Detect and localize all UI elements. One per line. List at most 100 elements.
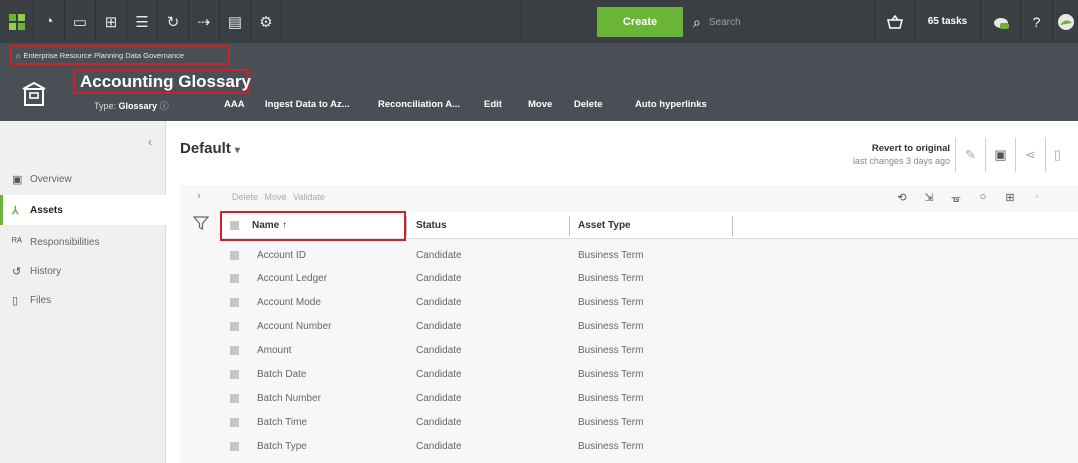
action-move[interactable]: Move	[528, 99, 552, 110]
filter-icon[interactable]	[192, 215, 210, 231]
row-checkbox[interactable]	[230, 339, 239, 363]
breadcrumb[interactable]: ⌂ Enterprise Resource Planning Data Gove…	[10, 45, 230, 65]
app-logo[interactable]	[0, 0, 34, 43]
row-checkbox[interactable]	[230, 363, 239, 387]
assets-icon: ⅄	[12, 204, 19, 217]
column-divider[interactable]	[406, 216, 407, 236]
avatar-icon	[1057, 13, 1074, 30]
asset-name-link[interactable]: Account Number	[257, 315, 331, 339]
export-icon[interactable]: ⇲	[917, 191, 941, 204]
row-checkbox[interactable]	[230, 386, 239, 410]
top-right-tools: 65 tasks ?	[874, 0, 1078, 43]
sidebar-item-label: Overview	[30, 173, 72, 185]
basket-icon[interactable]	[874, 0, 914, 43]
table-tools: ⟲ ⇲ ᚗ ○ ⊞ ◦	[890, 191, 1052, 204]
nav-spacer	[282, 0, 522, 43]
status-cell: Candidate	[416, 321, 462, 333]
reset-table-icon[interactable]: ⟲	[890, 191, 914, 204]
table-row[interactable]: Amount Candidate Business Term	[220, 339, 1078, 363]
row-checkbox[interactable]	[230, 291, 239, 315]
bulk-delete-button[interactable]: Delete	[232, 192, 258, 202]
asset-name-link[interactable]: Amount	[257, 339, 291, 363]
workflow-icon[interactable]: ⇢	[189, 0, 220, 43]
view-tools: ✎ ▣ ⋖ ▯	[955, 138, 1069, 172]
asset-name-link[interactable]: Account ID	[257, 243, 306, 267]
sidebar-item-assets[interactable]: ⅄ Assets	[0, 195, 166, 225]
search-box[interactable]: ⌕	[683, 7, 853, 37]
asset-name-link[interactable]: Account Ledger	[257, 267, 327, 291]
create-button[interactable]: Create	[597, 7, 683, 37]
hierarchy-icon[interactable]: ⊞	[96, 0, 127, 43]
table-row[interactable]: Batch Number Candidate Business Term	[220, 386, 1078, 410]
asset-name-link[interactable]: Batch Type	[257, 434, 307, 458]
column-divider[interactable]	[569, 216, 570, 236]
settings-gear-icon[interactable]: ⚙	[251, 0, 282, 43]
sidebar-item-overview[interactable]: ▣ Overview	[0, 164, 166, 194]
row-checkbox[interactable]	[230, 315, 239, 339]
traceability-icon[interactable]: ○	[971, 191, 995, 204]
delete-view-icon[interactable]: ▯	[1045, 138, 1069, 172]
more-icon[interactable]: ◦	[1025, 191, 1049, 204]
overview-icon: ▣	[12, 173, 23, 186]
action-ingest-data[interactable]: Ingest Data to Az...	[265, 99, 350, 110]
cloud-icon	[993, 17, 1009, 29]
row-checkbox[interactable]	[230, 267, 239, 291]
reports-icon[interactable]: ▤	[220, 0, 251, 43]
avatar[interactable]	[1052, 0, 1078, 43]
asset-type-cell: Business Term	[578, 273, 644, 285]
browse-icon[interactable]: ▭	[65, 0, 96, 43]
table-row[interactable]: Batch Time Candidate Business Term	[220, 410, 1078, 434]
column-header-status[interactable]: Status	[416, 212, 447, 239]
chevron-down-icon: ▾	[234, 145, 240, 156]
asset-name-link[interactable]: Account Mode	[257, 291, 321, 315]
type-prefix: Type:	[94, 101, 117, 111]
table-row[interactable]: Account ID Candidate Business Term	[220, 243, 1078, 267]
action-aaa[interactable]: AAA	[224, 99, 245, 110]
sidebar-item-history[interactable]: ↺ History	[0, 256, 166, 286]
notifications-icon[interactable]	[980, 0, 1020, 43]
sidebar-item-files[interactable]: ▯ Files	[0, 285, 166, 315]
tasks-link[interactable]: 65 tasks	[914, 0, 980, 43]
search-input[interactable]	[708, 16, 829, 28]
table-row[interactable]: Batch Type Candidate Business Term	[220, 434, 1078, 458]
info-icon[interactable]: ⓘ	[160, 101, 169, 111]
sidebar-item-label: Assets	[30, 204, 63, 216]
catalog-icon[interactable]: ☰	[127, 0, 158, 43]
table-row[interactable]: Account Mode Candidate Business Term	[220, 291, 1078, 315]
table-row[interactable]: Batch Date Candidate Business Term	[220, 363, 1078, 387]
asset-name-link[interactable]: Batch Date	[257, 363, 306, 387]
table-row[interactable]: Account Number Candidate Business Term	[220, 315, 1078, 339]
row-checkbox[interactable]	[230, 243, 239, 267]
table-row[interactable]: Account Ledger Candidate Business Term	[220, 267, 1078, 291]
breadcrumb-text: Enterprise Resource Planning Data Govern…	[23, 50, 185, 60]
row-checkbox[interactable]	[230, 434, 239, 458]
row-checkbox[interactable]	[230, 410, 239, 434]
view-selector[interactable]: Default ▾	[180, 140, 240, 157]
asset-type-cell: Business Term	[578, 297, 644, 309]
action-reconciliation[interactable]: Reconciliation A...	[378, 99, 460, 110]
help-icon[interactable]: ?	[1020, 0, 1052, 43]
sidebar-item-responsibilities[interactable]: ᴿᴬ Responsibilities	[0, 227, 166, 257]
grid-view-icon[interactable]: ⊞	[998, 191, 1022, 204]
asset-name-link[interactable]: Batch Number	[257, 386, 321, 410]
status-cell: Candidate	[416, 440, 462, 452]
save-view-icon[interactable]: ▣	[985, 138, 1015, 172]
action-edit[interactable]: Edit	[484, 99, 502, 110]
edit-view-icon[interactable]: ✎	[955, 138, 985, 172]
asset-name-link[interactable]: Batch Time	[257, 410, 307, 434]
action-auto-hyperlinks[interactable]: Auto hyperlinks	[635, 99, 707, 110]
column-divider[interactable]	[732, 216, 733, 236]
collapse-sidebar-icon[interactable]: ‹	[148, 135, 152, 149]
type-value[interactable]: Glossary	[119, 101, 158, 111]
diagram-icon[interactable]: ᚗ	[944, 191, 968, 204]
dashboard-icon[interactable]: ◔	[34, 0, 65, 43]
revert-to-original-link[interactable]: Revert to original	[835, 143, 950, 154]
refresh-icon[interactable]: ↻	[158, 0, 189, 43]
expand-panel-icon[interactable]: ›	[197, 190, 201, 202]
bulk-validate-button[interactable]: Validate	[293, 192, 325, 202]
action-delete[interactable]: Delete	[574, 99, 603, 110]
column-header-asset-type[interactable]: Asset Type	[578, 212, 631, 239]
asset-type-cell: Business Term	[578, 249, 644, 261]
share-view-icon[interactable]: ⋖	[1015, 138, 1045, 172]
bulk-move-button[interactable]: Move	[265, 192, 287, 202]
